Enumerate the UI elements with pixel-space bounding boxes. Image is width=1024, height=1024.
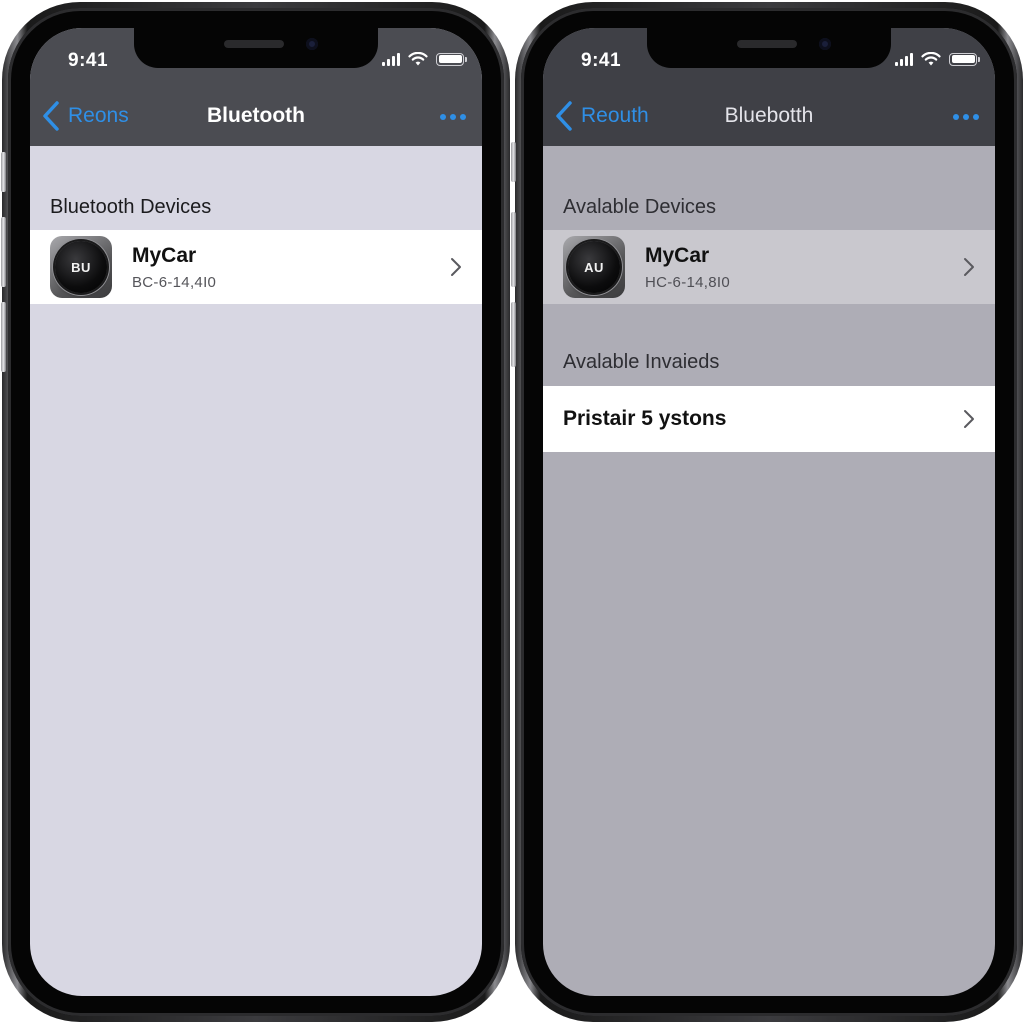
car-device-icon: AU xyxy=(563,236,625,298)
section-header-available-invaieds: Avalable Invaieds xyxy=(563,351,720,373)
phone-bezel: 9:41 Reouth Bluebotth Avalable Devices A… xyxy=(521,8,1017,1016)
battery-icon xyxy=(949,52,980,66)
device-row-mycar[interactable]: BU MyCar BC-6-14,4I0 xyxy=(30,230,482,304)
back-button[interactable]: Reons xyxy=(40,100,129,132)
screen: 9:41 Reouth Bluebotth Avalable Devices A… xyxy=(543,28,995,996)
chevron-right-icon xyxy=(964,410,974,428)
device-name: MyCar xyxy=(132,243,197,267)
side-button xyxy=(511,142,516,182)
status-icons xyxy=(895,52,980,66)
status-time: 9:41 xyxy=(581,50,622,71)
battery-icon xyxy=(436,52,467,66)
list-row-pristair[interactable]: Pristair 5 ystons xyxy=(543,386,995,452)
settings-content: Bluetooth Devices BU MyCar BC-6-14,4I0 xyxy=(30,146,482,996)
status-icons xyxy=(382,52,467,66)
back-button-label: Reons xyxy=(68,104,129,127)
cellular-signal-icon xyxy=(382,52,400,66)
ellipsis-icon xyxy=(440,114,446,120)
notch xyxy=(134,28,378,68)
section-header-bluetooth-devices: Bluetooth Devices xyxy=(50,196,212,218)
more-options-button[interactable] xyxy=(440,114,466,120)
cellular-signal-icon xyxy=(895,52,913,66)
ellipsis-icon xyxy=(953,114,959,120)
device-row-mycar[interactable]: AU MyCar HC-6-14,8I0 xyxy=(543,230,995,304)
more-options-button[interactable] xyxy=(953,114,979,120)
device-icon-label: AU xyxy=(568,241,620,293)
device-address: BC-6-14,4I0 xyxy=(132,273,217,291)
front-camera xyxy=(306,38,318,50)
section-header-available-devices: Avalable Devices xyxy=(563,196,717,218)
front-camera xyxy=(819,38,831,50)
back-button-label: Reouth xyxy=(581,104,649,127)
phone-bezel: 9:41 Reons Bluetooth Bluetooth Devices B… xyxy=(8,8,504,1016)
device-address: HC-6-14,8I0 xyxy=(645,273,731,291)
device-icon-label: BU xyxy=(55,241,107,293)
chevron-left-icon xyxy=(43,101,59,131)
chevron-left-icon xyxy=(556,101,572,131)
back-button[interactable]: Reouth xyxy=(553,100,649,132)
speaker-grille xyxy=(224,40,284,48)
side-button xyxy=(511,302,516,367)
phone-right: 9:41 Reouth Bluebotth Avalable Devices A… xyxy=(511,2,1023,1022)
side-button xyxy=(511,212,516,287)
side-button xyxy=(1,217,6,287)
phone-left: 9:41 Reons Bluetooth Bluetooth Devices B… xyxy=(1,2,510,1022)
side-button xyxy=(1,302,6,372)
chevron-right-icon xyxy=(451,258,461,276)
settings-content: Avalable Devices AU MyCar HC-6-14,8I0 Av… xyxy=(543,146,995,996)
speaker-grille xyxy=(737,40,797,48)
side-button xyxy=(1,152,6,192)
car-device-icon: BU xyxy=(50,236,112,298)
wifi-icon xyxy=(921,52,941,66)
device-name: MyCar xyxy=(645,243,710,267)
screen: 9:41 Reons Bluetooth Bluetooth Devices B… xyxy=(30,28,482,996)
notch xyxy=(647,28,891,68)
wifi-icon xyxy=(408,52,428,66)
status-time: 9:41 xyxy=(68,50,109,71)
row-label: Pristair 5 ystons xyxy=(563,407,727,430)
chevron-right-icon xyxy=(964,258,974,276)
